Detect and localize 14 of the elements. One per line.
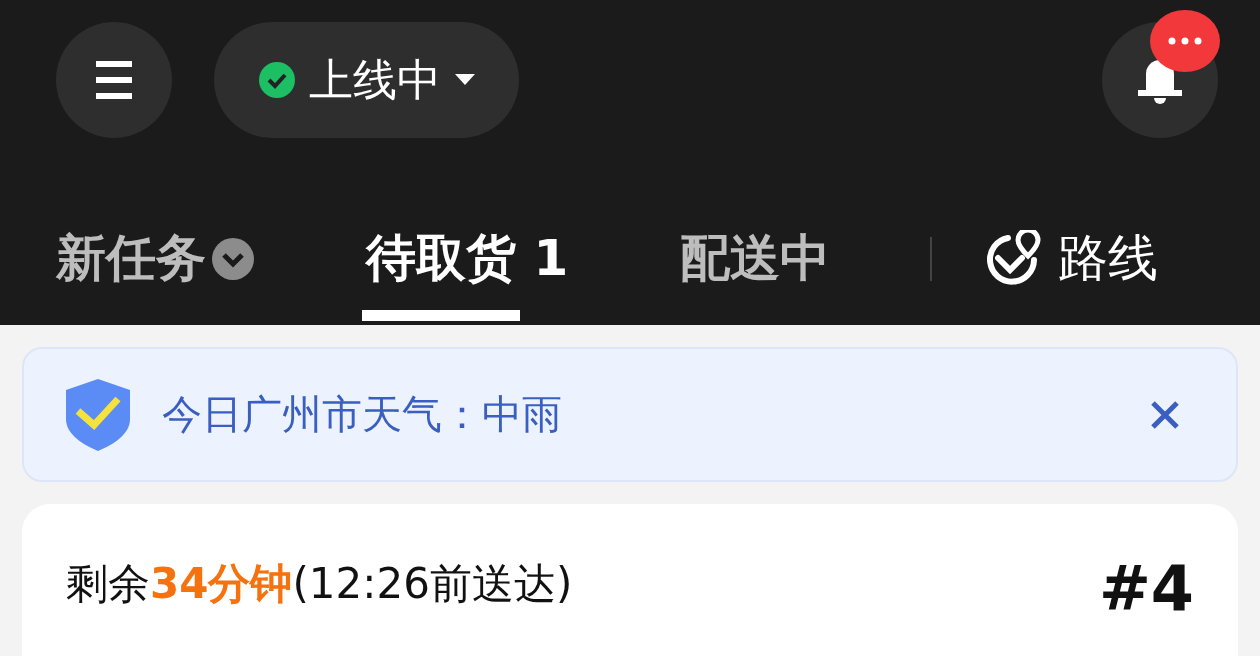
close-button[interactable] — [1150, 399, 1180, 430]
order-number: #4 — [1098, 552, 1194, 625]
more-badge-icon — [1150, 10, 1220, 72]
delivery-time-text: 剩余34分钟(12:26前送达) — [66, 558, 573, 610]
shield-check-icon — [66, 378, 130, 451]
chevron-down-icon — [212, 237, 254, 280]
close-icon — [1150, 399, 1180, 430]
tab[interactable]: 配送中 — [680, 196, 831, 321]
caret-icon — [454, 74, 475, 86]
menu-icon — [96, 61, 132, 99]
weather-text: 今日广州市天气：中雨 — [162, 390, 563, 439]
online-status-dropdown[interactable]: 上线中 — [214, 22, 519, 138]
tab[interactable]: 新任务 — [56, 196, 254, 321]
tab[interactable]: 路线 — [986, 196, 1159, 321]
